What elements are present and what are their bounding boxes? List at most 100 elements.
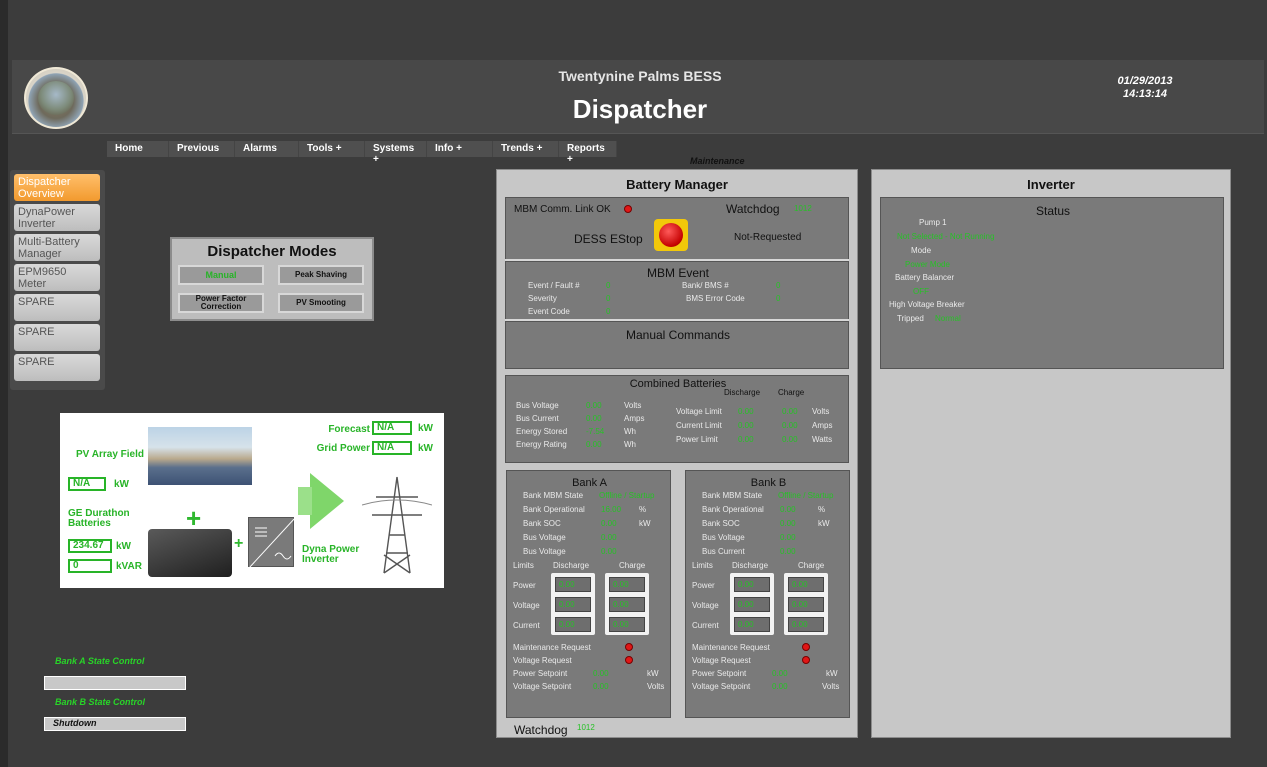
bank-a-power-charge: 0.00 xyxy=(609,577,645,592)
bank-b-state-control-label: Bank B State Control xyxy=(55,697,146,707)
bank-a-power-setpoint-unit: kW xyxy=(647,669,659,678)
pv-value-box: N/A xyxy=(68,477,106,491)
bank-b-limits-label: Limits xyxy=(692,561,713,570)
bank-b-state-value: Offline / Startup xyxy=(778,491,834,500)
bus-current-label: Bus Current xyxy=(516,414,559,423)
comm-link-led-icon xyxy=(624,205,632,213)
bank-b-operational-unit: % xyxy=(818,505,826,514)
nav-spare-3[interactable]: SPARE xyxy=(14,354,100,381)
window-edge xyxy=(0,0,8,767)
charge-header: Charge xyxy=(778,388,805,397)
bank-a-voltage-led-icon xyxy=(625,656,633,664)
bank-a-maintenance-request-label: Maintenance Request xyxy=(513,643,591,652)
mbm-event-title: MBM Event xyxy=(646,266,709,280)
menu-reports[interactable]: Reports + xyxy=(559,141,617,165)
inverter-panel: Inverter Status Pump 1 Not Selected - No… xyxy=(871,169,1231,738)
modes-title: Dispatcher Modes xyxy=(207,243,337,260)
nav-spare-1[interactable]: SPARE xyxy=(14,294,100,321)
tripped-value: Normal xyxy=(935,314,961,323)
energy-stored-label: Energy Stored xyxy=(516,427,568,436)
pv-smoothing-button[interactable]: PV Smooting xyxy=(278,293,364,313)
menu-home[interactable]: Home xyxy=(107,141,169,157)
bank-a-current-discharge: 0.00 xyxy=(555,617,591,632)
watchdog-label: Watchdog xyxy=(726,202,780,216)
grid-power-label: Grid Power xyxy=(316,443,370,454)
bank-a-voltage-setpoint-unit: Volts xyxy=(647,682,665,691)
bank-a-maintenance-led-icon xyxy=(625,643,633,651)
bank-bms-value: 0 xyxy=(776,281,781,290)
bank-b-state-control-field[interactable]: Shutdown xyxy=(44,717,186,731)
bank-b-power-charge: 0.00 xyxy=(788,577,824,592)
side-navigation: Dispatcher Overview DynaPower Inverter M… xyxy=(10,170,105,390)
menu-trends[interactable]: Trends + xyxy=(493,141,559,157)
bank-b-current-charge: 0.00 xyxy=(788,617,824,632)
dispatcher-modes-panel: Dispatcher Modes Manual Peak Shaving Pow… xyxy=(170,237,374,321)
bank-b-power-label: Power xyxy=(692,581,715,590)
power-factor-correction-button[interactable]: Power Factor Correction xyxy=(178,293,264,313)
comm-link-label: MBM Comm. Link OK xyxy=(514,204,611,215)
energy-rating-label: Energy Rating xyxy=(516,440,567,449)
bus-voltage-unit: Volts xyxy=(624,401,642,410)
bank-b-power-setpoint-value: 0.00 xyxy=(772,669,788,678)
bank-a-voltage-setpoint-value: 0.00 xyxy=(593,682,609,691)
inverter-status-section: Status Pump 1 Not Selected - Not Running… xyxy=(880,197,1224,369)
bank-a-operational-unit: % xyxy=(639,505,647,514)
pv-unit: kW xyxy=(114,479,129,490)
inverter-label: Dyna Power Inverter xyxy=(302,544,360,565)
menu-systems[interactable]: Systems + xyxy=(365,141,427,165)
bank-bms-label: Bank/ BMS # xyxy=(682,281,729,290)
bank-a-power-label: Power xyxy=(513,581,536,590)
bank-a-title: Bank A xyxy=(572,477,607,489)
bank-b-maintenance-led-icon xyxy=(802,643,810,651)
bank-b-voltage-setpoint-unit: Volts xyxy=(822,682,840,691)
time-text: 14:13:14 xyxy=(1122,88,1168,100)
bms-error-value: 0 xyxy=(776,294,781,303)
battery-balancer-value: OFF xyxy=(913,287,929,296)
power-flow-arrow-icon xyxy=(310,473,344,529)
battery-kvar-box: 0 xyxy=(68,559,112,573)
bank-a-section: Bank A Bank MBM State Offline / Startup … xyxy=(506,470,671,718)
bank-a-power-setpoint-value: 0.00 xyxy=(593,669,609,678)
nav-spare-2[interactable]: SPARE xyxy=(14,324,100,351)
menu-previous[interactable]: Previous xyxy=(169,141,235,157)
bank-b-charge-header: Charge xyxy=(798,561,825,570)
bank-b-voltage-discharge: 0.00 xyxy=(734,597,770,612)
estop-button-icon[interactable] xyxy=(654,219,688,251)
bank-a-state-control-label: Bank A State Control xyxy=(55,656,145,666)
battery-kw-box: 234.67 xyxy=(68,539,112,553)
pump-label: Pump 1 xyxy=(919,218,947,227)
bms-error-label: BMS Error Code xyxy=(686,294,745,303)
menu-tools[interactable]: Tools + xyxy=(299,141,365,157)
maintenance-label: Maintenance xyxy=(690,156,745,166)
manual-mode-button[interactable]: Manual xyxy=(178,265,264,285)
date-text: 01/29/2013 xyxy=(1117,75,1173,87)
bank-a-state-control-field[interactable] xyxy=(44,676,186,690)
bank-a-current-label: Current xyxy=(513,621,540,630)
bank-b-row5-label: Bus Current xyxy=(702,547,745,556)
bank-b-row4-label: Bus Voltage xyxy=(702,533,745,542)
nav-multi-battery-manager[interactable]: Multi-Battery Manager xyxy=(14,234,100,261)
nav-epm9650-meter[interactable]: EPM9650 Meter xyxy=(14,264,100,291)
bank-b-voltage-led-icon xyxy=(802,656,810,664)
bank-b-operational-label: Bank Operational xyxy=(702,505,764,514)
inverter-symbol-icon xyxy=(248,517,296,569)
inverter-title: Inverter xyxy=(1027,177,1075,192)
inverter-status-title: Status xyxy=(1035,204,1071,218)
bus-voltage-label: Bus Voltage xyxy=(516,401,559,410)
transmission-tower-icon xyxy=(362,476,432,574)
manual-commands-title: Manual Commands xyxy=(625,328,731,342)
bank-a-soc-label: Bank SOC xyxy=(523,519,561,528)
energy-stored-unit: Wh xyxy=(624,427,636,436)
mode-value: Power Mode xyxy=(905,260,950,269)
nav-dynapower-inverter[interactable]: DynaPower Inverter xyxy=(14,204,100,231)
watchdog-value: 1012 xyxy=(794,204,812,213)
mbm-event-section: MBM Event Event / Fault # 0 Severity 0 E… xyxy=(505,261,849,320)
nav-dispatcher-overview[interactable]: Dispatcher Overview xyxy=(14,174,100,201)
menu-info[interactable]: Info + xyxy=(427,141,493,157)
bank-b-soc-value: 0.00 xyxy=(780,519,796,528)
bank-b-section: Bank B Bank MBM State Offline / Startup … xyxy=(685,470,850,718)
menu-alarms[interactable]: Alarms xyxy=(235,141,299,157)
peak-shaving-button[interactable]: Peak Shaving xyxy=(278,265,364,285)
bottom-watchdog-label: Watchdog xyxy=(514,723,568,737)
arrow-shaft xyxy=(298,487,312,515)
